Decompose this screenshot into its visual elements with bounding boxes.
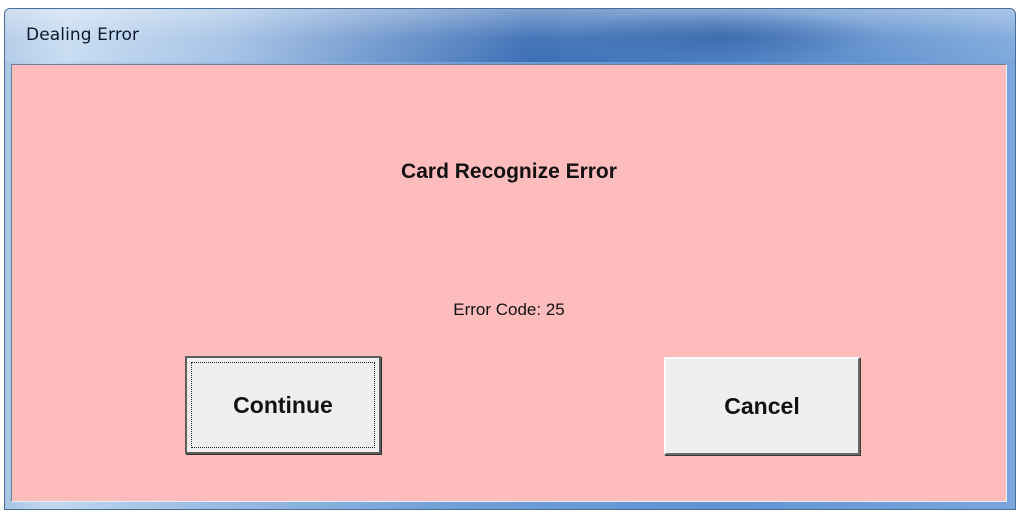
window-title: Dealing Error	[26, 25, 140, 45]
error-code-text: Error Code: 25	[453, 300, 565, 319]
title-bar-glow	[565, 9, 885, 62]
dialog-content: Card Recognize Error Error Code: 25 Cont…	[11, 64, 1007, 502]
focus-rectangle	[191, 362, 375, 448]
error-heading: Card Recognize Error	[401, 160, 617, 183]
title-bar[interactable]: Dealing Error	[5, 9, 1015, 62]
cancel-button[interactable]: Cancel	[664, 357, 860, 455]
dialog-window: Dealing Error Card Recognize Error Error…	[4, 8, 1016, 510]
continue-button[interactable]: Continue	[185, 356, 381, 454]
cancel-button-label: Cancel	[724, 392, 800, 419]
